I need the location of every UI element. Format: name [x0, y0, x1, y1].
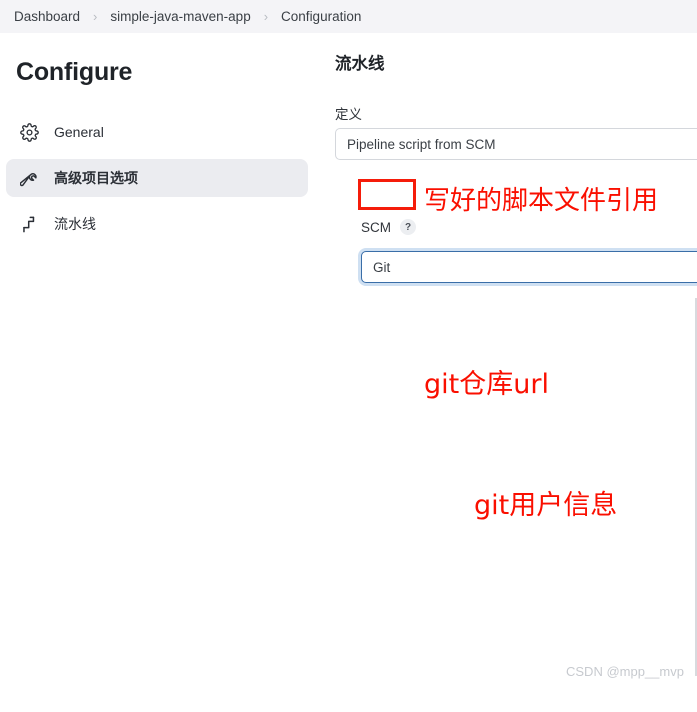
scm-label-row: SCM ? — [361, 219, 416, 235]
main-panel: 流水线 定义 Pipeline script from SCM SCM ? Gi… — [320, 33, 697, 692]
sidebar-item-advanced-project-options[interactable]: 高级项目选项 — [6, 159, 308, 197]
breadcrumb: Dashboard › simple-java-maven-app › Conf… — [0, 0, 697, 33]
breadcrumb-separator-icon: › — [93, 9, 98, 24]
wrench-icon — [18, 167, 40, 189]
section-title-pipeline: 流水线 — [335, 55, 385, 73]
sidebar-item-pipeline[interactable]: 流水线 — [6, 205, 308, 243]
sidebar-item-label: 高级项目选项 — [54, 170, 138, 186]
definition-select[interactable]: Pipeline script from SCM — [335, 128, 697, 160]
sidebar-item-label: 流水线 — [54, 216, 96, 232]
page-title: Configure — [16, 58, 133, 86]
pipeline-icon — [18, 213, 40, 235]
breadcrumb-item-job[interactable]: simple-java-maven-app — [104, 7, 256, 26]
sidebar: Configure General 高级项目选项 流水线 — [0, 33, 320, 692]
sidebar-nav: General 高级项目选项 流水线 — [6, 113, 308, 251]
scm-select[interactable]: Git — [361, 251, 697, 283]
breadcrumb-separator-icon: › — [263, 9, 269, 24]
gear-icon — [18, 121, 40, 143]
scm-select-value: Git — [373, 259, 391, 275]
watermark: CSDN @mpp__mvp — [566, 664, 684, 679]
breadcrumb-item-configuration[interactable]: Configuration — [275, 7, 367, 26]
sidebar-item-general[interactable]: General — [6, 113, 308, 151]
breadcrumb-item-dashboard[interactable]: Dashboard — [8, 7, 86, 26]
help-icon[interactable]: ? — [400, 219, 416, 235]
definition-select-value: Pipeline script from SCM — [347, 136, 496, 152]
definition-label: 定义 — [335, 107, 362, 122]
sidebar-item-label: General — [54, 124, 104, 140]
scm-label: SCM — [361, 219, 391, 235]
